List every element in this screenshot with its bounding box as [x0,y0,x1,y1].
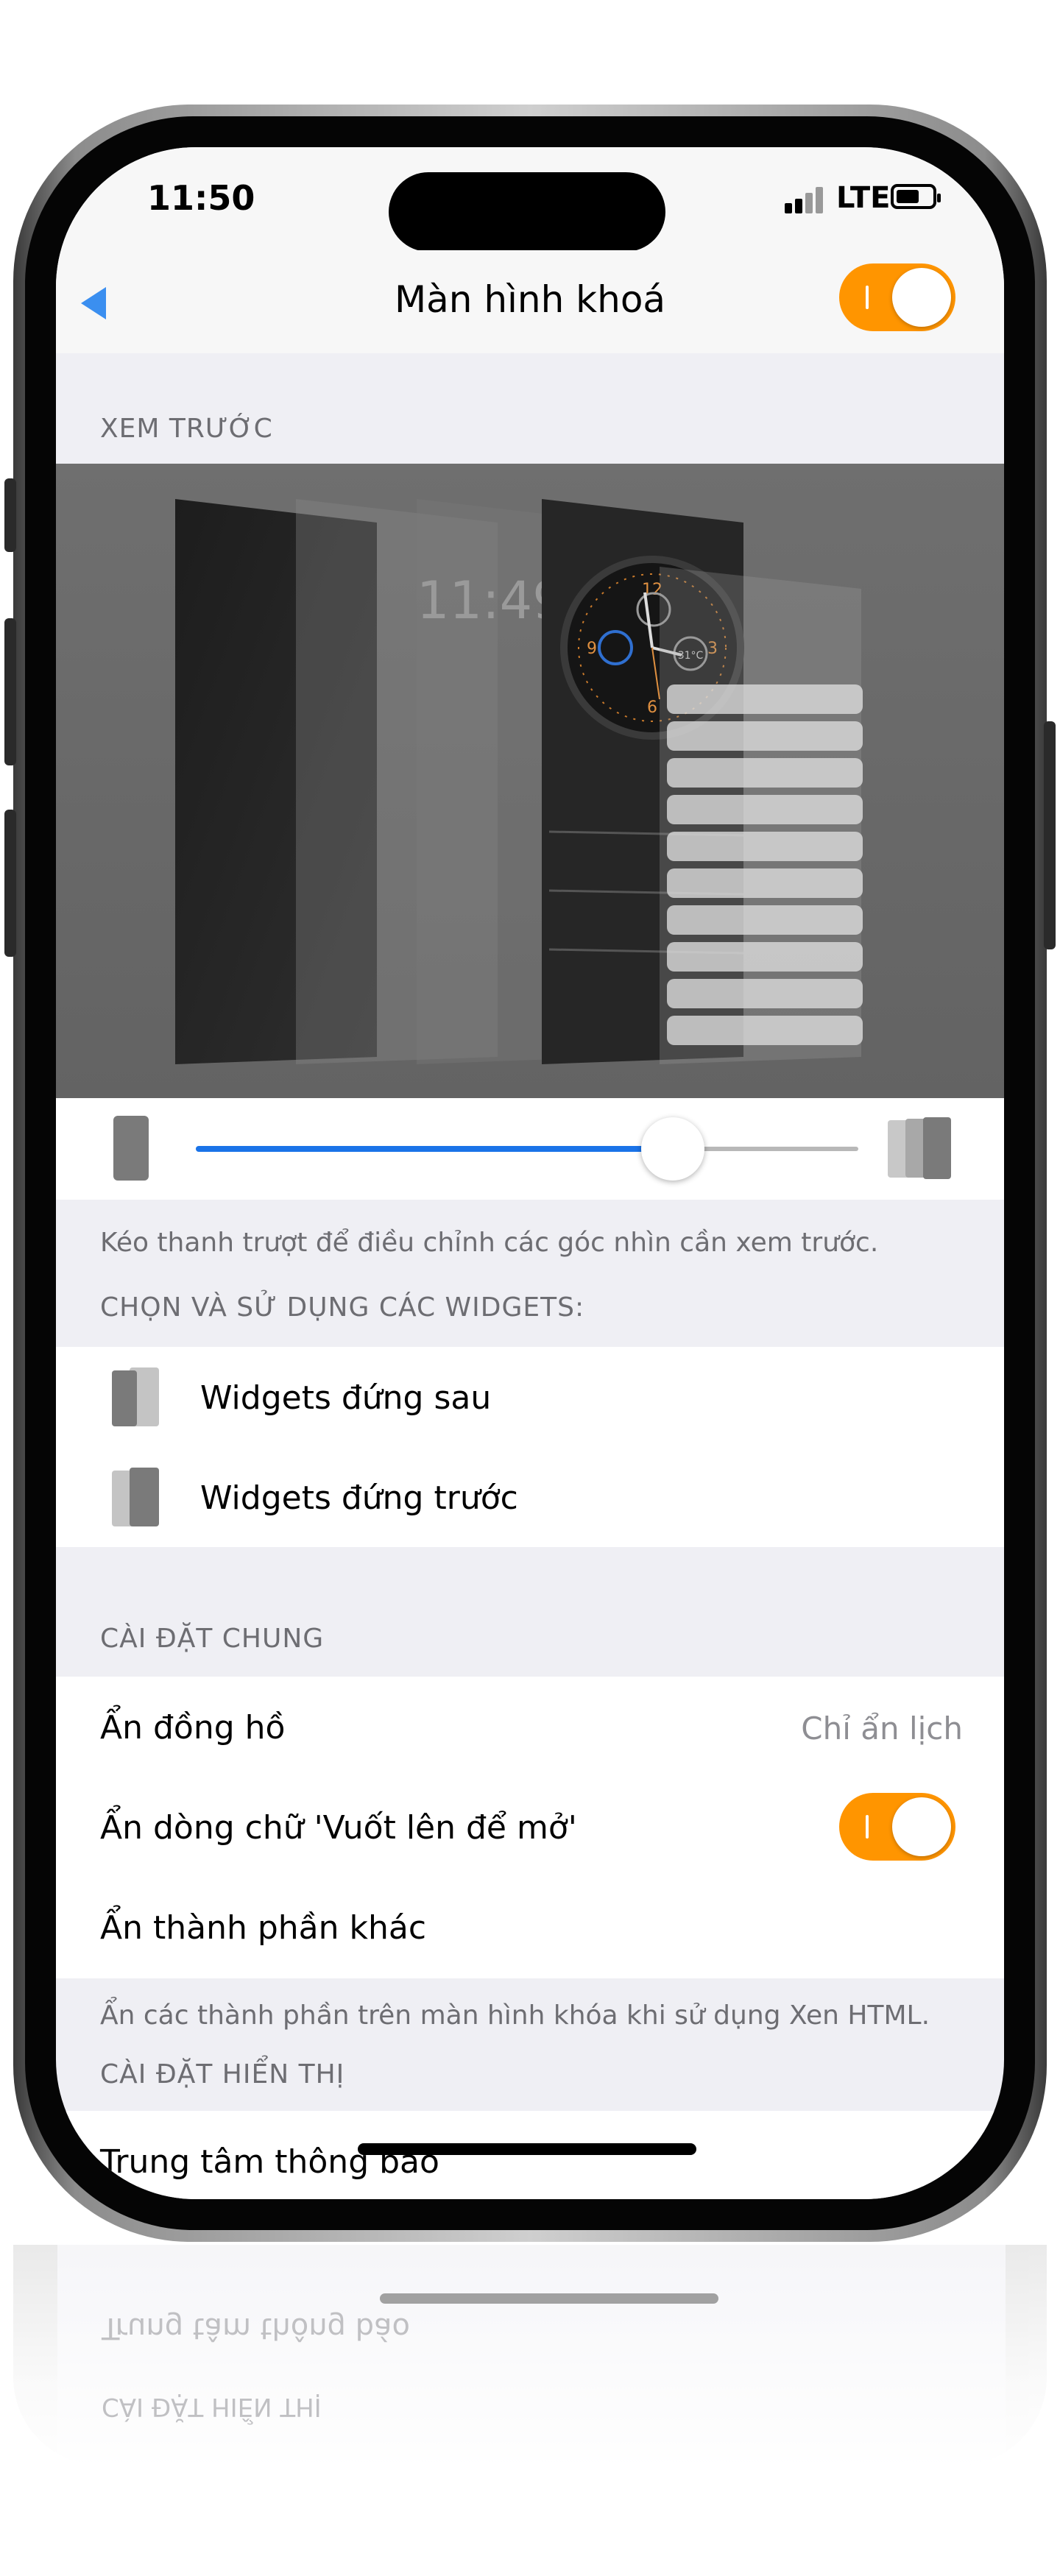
volume-down-button [4,810,16,957]
stack-front-icon [112,1468,163,1526]
watch-number: 6 [647,698,657,717]
status-time: 11:50 [147,178,255,218]
section-header-general: CÀI ĐẶT CHUNG [100,1624,325,1654]
reflection-notification-label: Trung tâm thông báo [102,2311,411,2345]
hide-clock-value: Chỉ ẩn lịch [801,1710,963,1747]
display-group: Trung tâm thông báo [56,2111,1004,2199]
widgets-back-row[interactable]: Widgets đứng sau [56,1347,1004,1447]
stack-back-icon [112,1367,163,1426]
hide-swipe-text-toggle[interactable] [839,1793,955,1861]
general-footer-note: Ẩn các thành phần trên màn hình khóa khi… [100,2000,930,2031]
hide-other-elements-label: Ẩn thành phần khác [100,1909,427,1947]
notification-layer [660,567,863,1064]
dynamic-island [389,172,665,252]
battery-icon [891,184,941,209]
network-type: LTE [836,181,891,215]
slider-fill [196,1146,673,1152]
signal-icon [785,187,829,213]
multi-layer-icon [888,1117,954,1181]
single-layer-icon [113,1116,149,1181]
reflection-display-header: CÀI ĐẶT HIỂN THỊ [102,2392,322,2421]
layer-preview-illustration: 11:49 12 3 6 9 31°C [175,499,863,1064]
widgets-group: Widgets đứng sau Widgets đứng trước [56,1347,1004,1547]
preview-hint: Kéo thanh trượt để điều chỉnh các góc nh… [100,1228,879,1258]
mute-switch [4,478,16,552]
hide-swipe-text-row: Ẩn dòng chữ 'Vuốt lên để mở' [56,1777,1004,1877]
volume-up-button [4,618,16,765]
notification-center-row[interactable]: Trung tâm thông báo [56,2111,1004,2199]
phone-reflection: Trung tâm thông báo CÀI ĐẶT HIỂN THỊ [13,2245,1047,2466]
hide-other-elements-row[interactable]: Ẩn thành phần khác [56,1877,1004,1977]
general-group: Ẩn đồng hồ Chỉ ẩn lịch Ẩn dòng chữ 'Vuốt… [56,1677,1004,1978]
slider-thumb[interactable] [641,1117,704,1181]
home-indicator [358,2143,696,2155]
section-header-preview: XEM TRƯỚC [100,414,273,444]
phone-screen: 11:50 LTE Màn hình khoá XEM TRƯỚC 11:49 … [56,147,1004,2199]
section-header-display: CÀI ĐẶT HIỂN THỊ [100,2059,345,2090]
widgets-front-label: Widgets đứng trước [200,1479,518,1517]
widgets-back-label: Widgets đứng sau [200,1379,492,1417]
hide-swipe-text-label: Ẩn dòng chữ 'Vuốt lên để mở' [100,1809,577,1847]
power-button [1044,721,1056,949]
section-header-widgets: CHỌN VÀ SỬ DỤNG CÁC WIDGETS: [100,1292,585,1323]
widgets-front-row[interactable]: Widgets đứng trước [56,1447,1004,1547]
lockscreen-master-toggle[interactable] [839,263,955,331]
layer-preview: 11:49 12 3 6 9 31°C [56,464,1004,1098]
angle-slider-row [56,1098,1004,1200]
hide-clock-row[interactable]: Ẩn đồng hồ Chỉ ẩn lịch [56,1677,1004,1777]
hide-clock-label: Ẩn đồng hồ [100,1709,286,1747]
watch-number: 9 [587,640,597,658]
